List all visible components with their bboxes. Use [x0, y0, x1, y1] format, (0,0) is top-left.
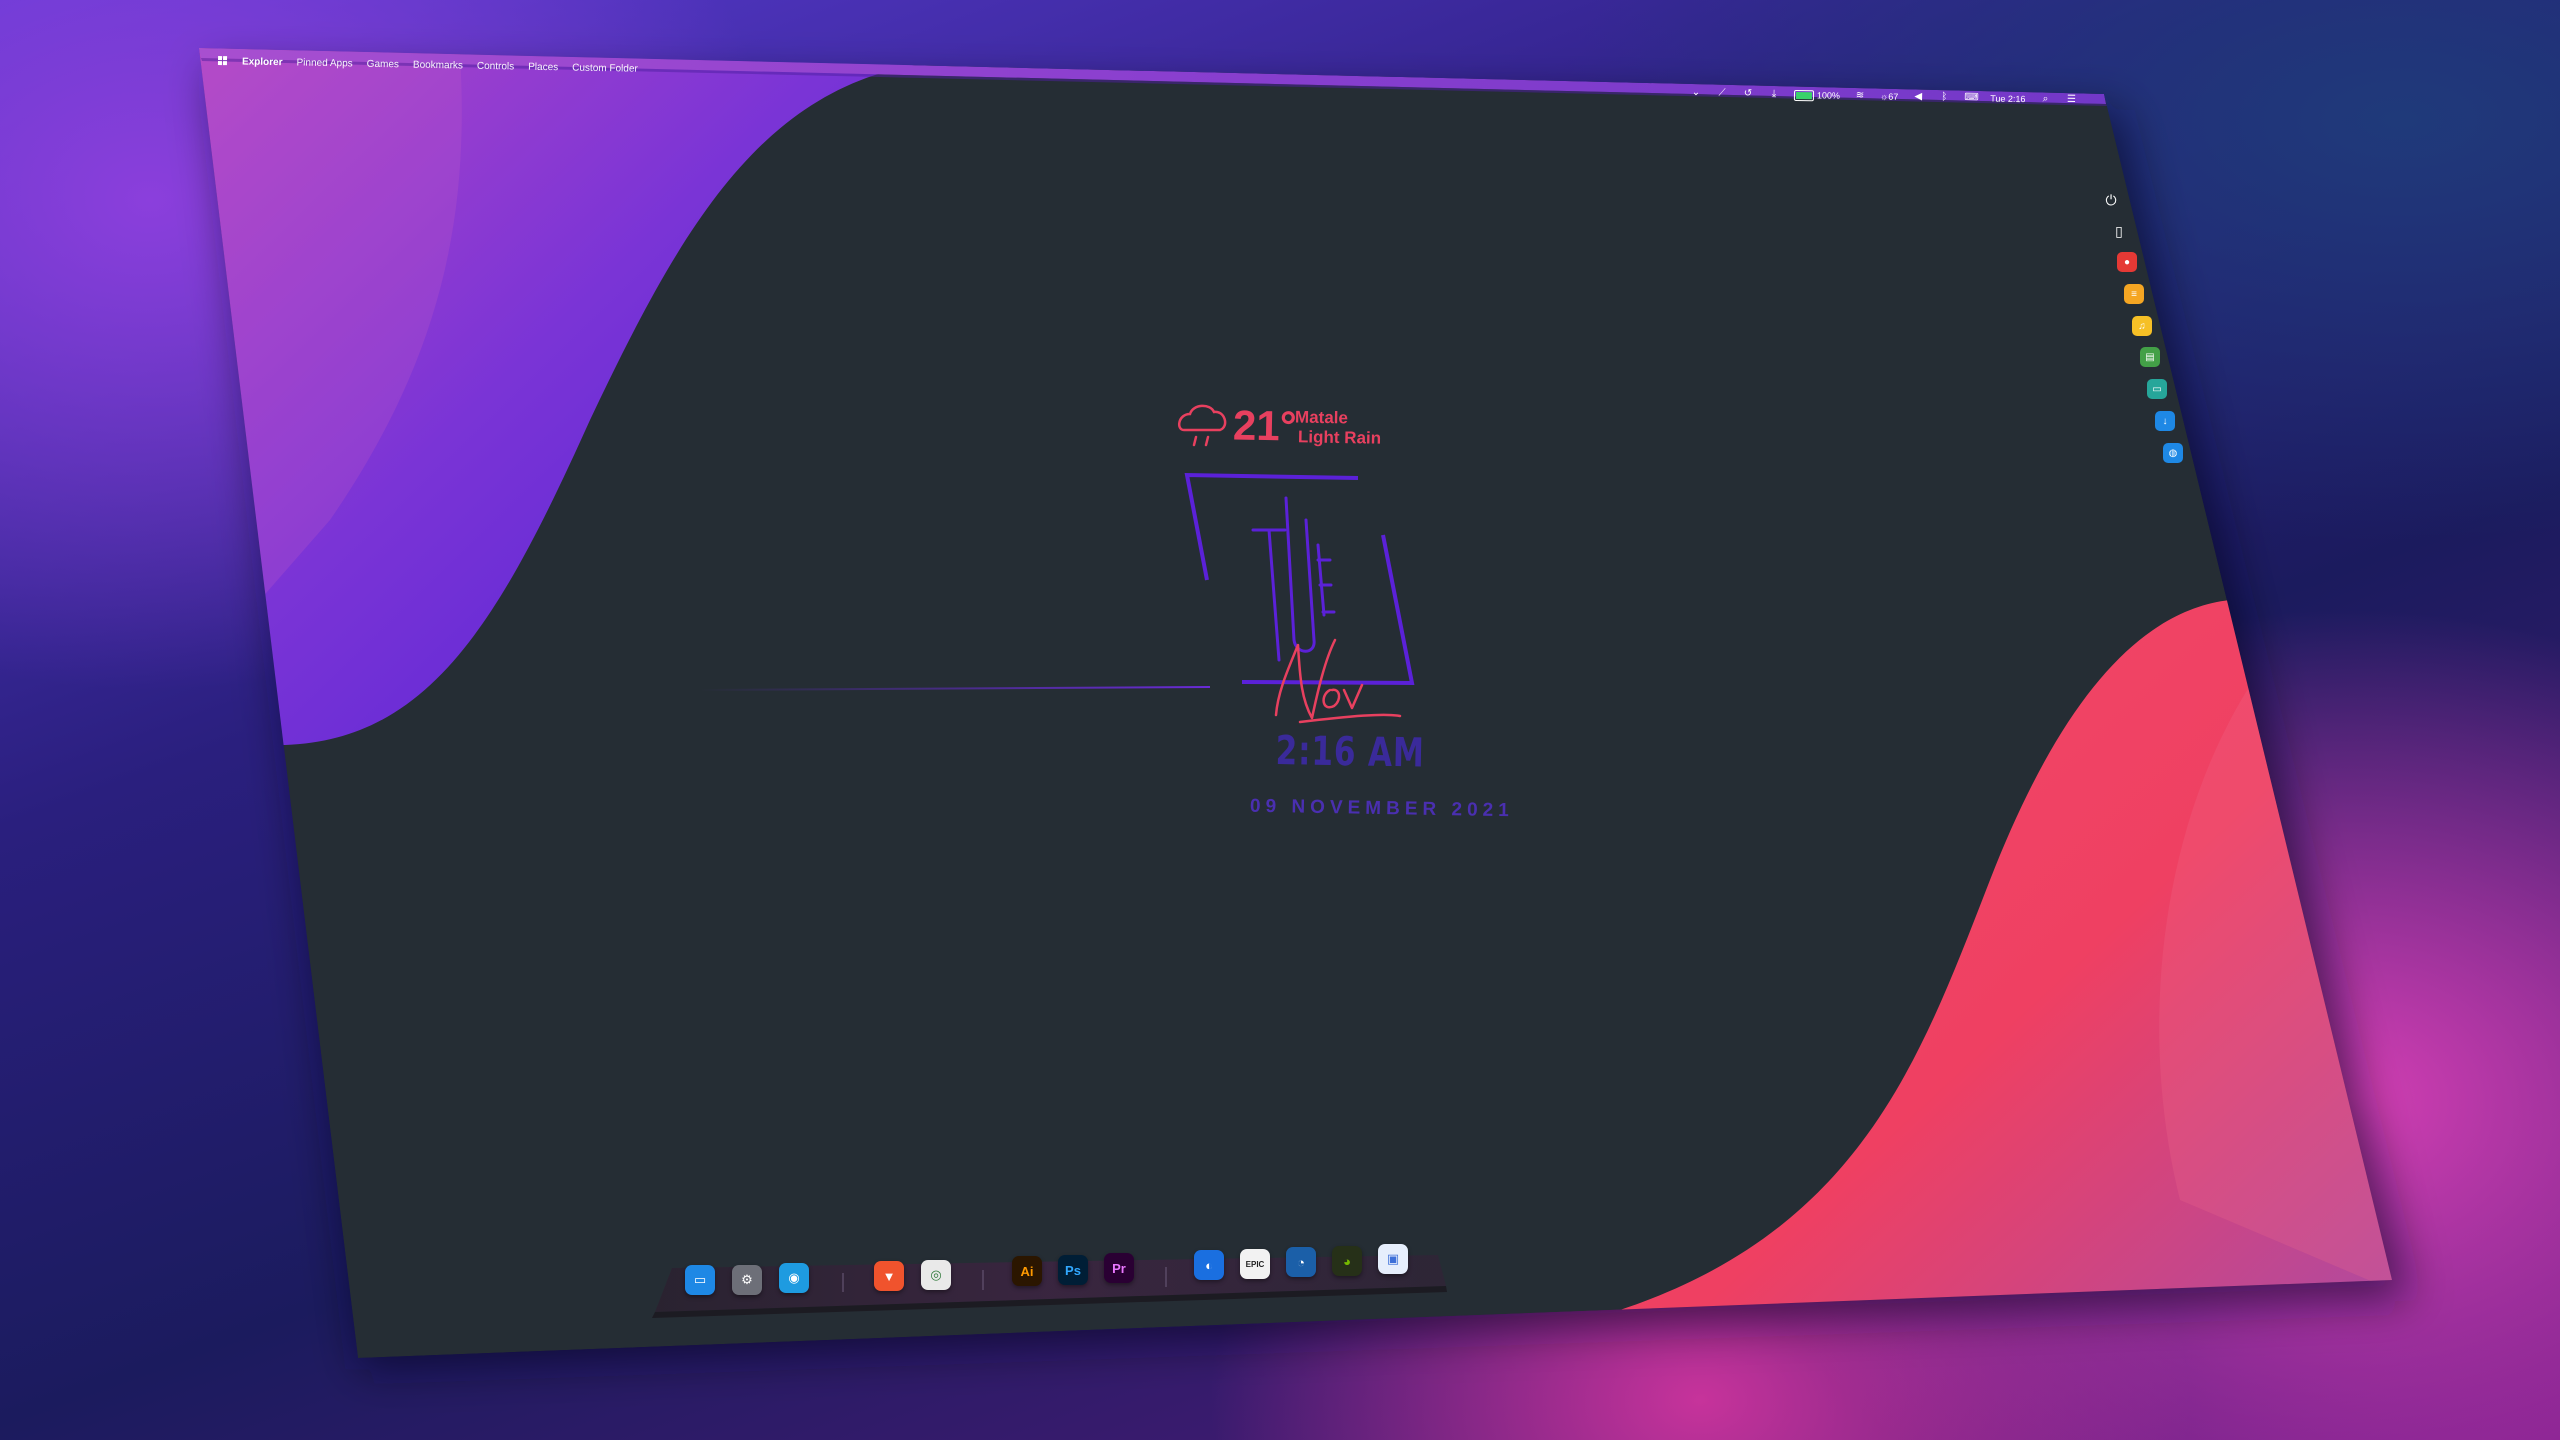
menu-pinned-apps[interactable]: Pinned Apps	[296, 57, 352, 69]
photoshop-icon[interactable]: Ps	[1058, 1255, 1088, 1285]
download-icon[interactable]: ↓	[2155, 411, 2175, 431]
weather-condition: Light Rain	[1297, 427, 1382, 448]
clock-time: 2:16 AM	[1275, 728, 1426, 777]
menu-brand[interactable]: Explorer	[242, 56, 283, 68]
weather-city: Matale	[1294, 407, 1349, 428]
history-icon[interactable]: ↺	[1742, 88, 1754, 100]
keyboard-icon[interactable]: ⌨	[1964, 92, 1979, 104]
battery-indicator[interactable]: 100%	[1793, 89, 1841, 101]
window-icon[interactable]: ▭	[2147, 379, 2167, 399]
chrome-icon[interactable]: ◎	[921, 1260, 951, 1290]
settings-icon[interactable]: ⚙	[732, 1265, 762, 1295]
chevron-down-icon[interactable]: ⌄	[1690, 87, 1702, 99]
nvidia-icon[interactable]: ◕	[1332, 1246, 1362, 1276]
record-icon[interactable]: ●	[2117, 252, 2137, 272]
uplay-icon[interactable]: ◐	[1194, 1250, 1224, 1280]
steam-icon[interactable]: ◔	[1286, 1247, 1316, 1277]
download-tray-icon[interactable]: ⤓	[1768, 88, 1780, 100]
drop-icon[interactable]: ◍	[2163, 443, 2183, 463]
premiere-icon[interactable]: Pr	[1104, 1253, 1134, 1283]
clipboard-icon[interactable]: ▯	[2109, 221, 2129, 241]
battery-percent: 100%	[1816, 90, 1841, 101]
camera-icon[interactable]: ◉	[779, 1263, 809, 1293]
windows-logo-icon[interactable]	[217, 56, 228, 66]
bluetooth-icon[interactable]: ᛒ	[1938, 92, 1950, 104]
wallet-icon[interactable]: ▤	[2140, 347, 2160, 367]
volume-icon[interactable]: ◀	[1912, 91, 1924, 103]
power-icon[interactable]: ⏻	[2101, 190, 2121, 210]
menu-controls[interactable]: Controls	[477, 60, 514, 72]
finder-icon[interactable]: ▭	[685, 1265, 715, 1295]
epic-icon[interactable]: EPIC	[1240, 1249, 1270, 1279]
clock-date: 09 NOVEMBER 2021	[1249, 795, 1514, 822]
menu-games[interactable]: Games	[367, 58, 399, 70]
wifi-icon[interactable]: ≋	[1854, 90, 1866, 102]
brave-icon[interactable]: ▼	[874, 1261, 904, 1291]
menu-custom-folder[interactable]: Custom Folder	[572, 62, 638, 74]
notes-icon[interactable]: ≡	[2124, 284, 2144, 304]
menu-list-icon[interactable]: ☰	[2065, 94, 2077, 106]
leaf-icon[interactable]: ⟋	[1716, 87, 1728, 99]
illustrator-icon[interactable]: Ai	[1012, 1256, 1042, 1286]
search-icon[interactable]: ⌕	[2039, 93, 2051, 105]
brightness-indicator[interactable]: ☼67	[1880, 91, 1898, 101]
weather-temperature: 21°	[1232, 401, 1297, 450]
brightness-value: 67	[1888, 91, 1899, 102]
tray-clock[interactable]: Tue 2:16	[1990, 94, 2025, 105]
menu-bookmarks[interactable]: Bookmarks	[413, 59, 463, 71]
battery-icon	[1793, 89, 1815, 101]
files-icon[interactable]: ▣	[1378, 1244, 1408, 1274]
music-icon[interactable]: ♫	[2132, 316, 2152, 336]
menu-places[interactable]: Places	[528, 61, 558, 73]
desktop-screen	[199, 48, 2392, 1358]
